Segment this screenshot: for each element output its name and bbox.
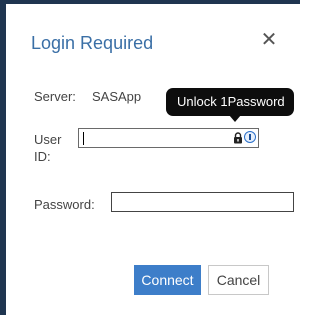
userid-label: User ID: xyxy=(34,132,62,164)
userid-input[interactable] xyxy=(78,128,259,148)
onepassword-tooltip: Unlock 1Password xyxy=(166,88,294,116)
close-icon[interactable]: ✕ xyxy=(259,29,279,51)
lock-icon[interactable] xyxy=(233,132,243,144)
password-label: Password: xyxy=(34,197,95,212)
connect-button[interactable]: Connect xyxy=(134,265,201,295)
password-input[interactable] xyxy=(111,192,294,212)
server-label: Server: xyxy=(34,89,76,104)
login-dialog: Login Required ✕ Server: SASApp User ID:… xyxy=(6,4,300,310)
dialog-title: Login Required xyxy=(31,33,154,53)
tooltip-arrow xyxy=(229,115,241,122)
cancel-button[interactable]: Cancel xyxy=(208,265,269,295)
close-glyph: ✕ xyxy=(260,29,278,51)
text-caret xyxy=(83,132,84,145)
server-value: SASApp xyxy=(92,89,142,104)
onepassword-icon[interactable] xyxy=(244,131,256,143)
